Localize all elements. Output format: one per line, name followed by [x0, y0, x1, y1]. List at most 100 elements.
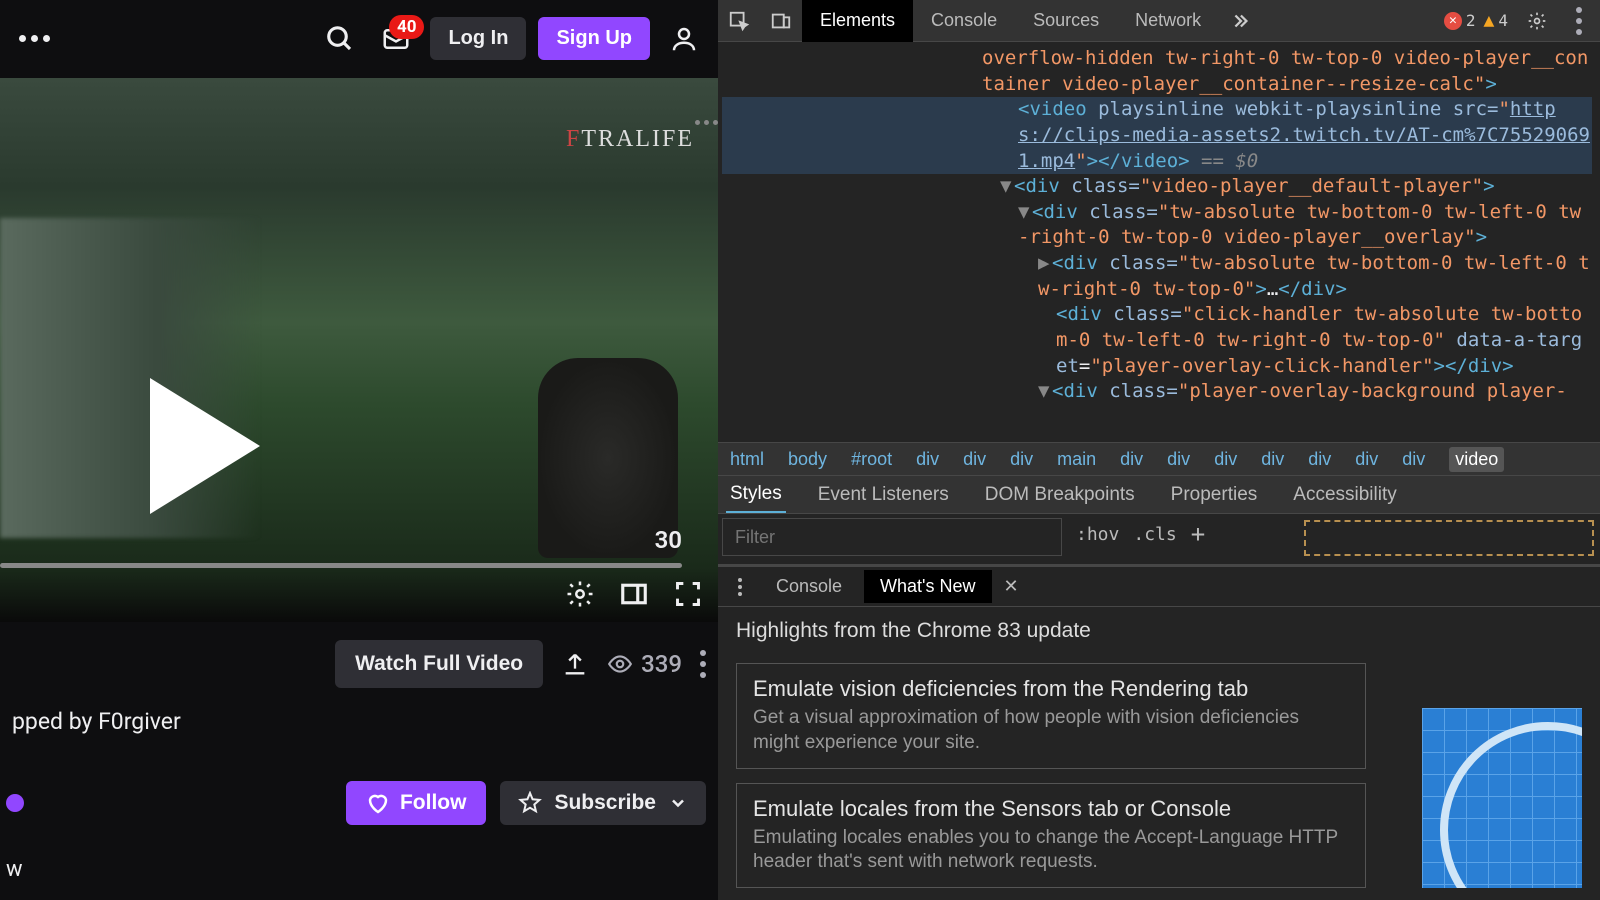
feature-card[interactable]: Emulate vision deficiencies from the Ren… — [736, 663, 1366, 768]
share-button[interactable] — [561, 650, 589, 678]
styles-filter-input[interactable] — [722, 518, 1062, 556]
inbox-button[interactable]: 40 — [374, 17, 418, 61]
devtools-settings-button[interactable] — [1516, 0, 1558, 42]
more-menu-button[interactable] — [12, 17, 56, 61]
tab-dom-breakpoints[interactable]: DOM Breakpoints — [981, 478, 1139, 512]
tab-network[interactable]: Network — [1117, 0, 1219, 42]
device-icon — [770, 10, 792, 32]
feature-desc: Emulating locales enables you to change … — [753, 826, 1349, 875]
view-count: 339 — [607, 650, 682, 678]
clipped-by-label: pped by F0rgiver — [12, 708, 706, 735]
dom-node-selected[interactable]: <video playsinline webkit-playsinline sr… — [722, 97, 1592, 174]
dom-node[interactable]: <div class="click-handler tw-absolute tw… — [722, 302, 1592, 379]
dom-node[interactable]: ▼<div class="video-player__default-playe… — [722, 174, 1592, 200]
dom-node[interactable]: ▼<div class="tw-absolute tw-bottom-0 tw-… — [722, 200, 1592, 251]
kebab-icon — [1576, 7, 1582, 35]
search-button[interactable] — [318, 17, 362, 61]
heart-icon — [366, 791, 390, 815]
play-icon — [150, 378, 260, 514]
channel-name-truncated: w — [6, 857, 706, 882]
play-button[interactable] — [150, 378, 260, 514]
inspect-element-button[interactable] — [718, 0, 760, 42]
box-model-diagram[interactable] — [1304, 520, 1594, 556]
tab-event-listeners[interactable]: Event Listeners — [814, 478, 953, 512]
devtools-toolbar: Elements Console Sources Network ✕ 2 ▲ 4 — [718, 0, 1600, 42]
breadcrumb-item[interactable]: video — [1449, 447, 1504, 472]
cls-toggle[interactable]: .cls — [1133, 524, 1176, 545]
fullscreen-icon — [674, 580, 702, 608]
tab-properties[interactable]: Properties — [1167, 478, 1262, 512]
hov-toggle[interactable]: :hov — [1076, 524, 1119, 545]
styles-pane-tabs: Styles Event Listeners DOM Breakpoints P… — [718, 476, 1600, 514]
warning-icon: ▲ — [1484, 10, 1495, 31]
breadcrumb-item[interactable]: div — [1167, 449, 1190, 470]
twitch-app: 40 Log In Sign Up FTRALIFE 30 — [0, 0, 718, 900]
star-icon — [518, 791, 542, 815]
error-count[interactable]: ✕ 2 — [1444, 11, 1476, 30]
breadcrumb-item[interactable]: div — [1355, 449, 1378, 470]
drawer-content: Highlights from the Chrome 83 update Emu… — [718, 607, 1600, 900]
theatre-icon — [619, 579, 649, 609]
chevrons-right-icon — [1229, 10, 1251, 32]
breadcrumb-item[interactable]: body — [788, 449, 827, 470]
tab-accessibility[interactable]: Accessibility — [1289, 478, 1400, 512]
user-menu-button[interactable] — [662, 17, 706, 61]
breadcrumb-item[interactable]: #root — [851, 449, 892, 470]
breadcrumb-item[interactable]: div — [1402, 449, 1425, 470]
feature-title: Emulate locales from the Sensors tab or … — [753, 796, 1349, 822]
close-tab-button[interactable]: ✕ — [998, 576, 1025, 597]
seek-bar[interactable] — [0, 563, 682, 568]
breadcrumb-item[interactable]: div — [1010, 449, 1033, 470]
warning-count[interactable]: ▲ 4 — [1484, 10, 1508, 31]
dom-breadcrumb[interactable]: html body #root div div div main div div div div di… — [718, 442, 1600, 476]
signup-button[interactable]: Sign Up — [538, 17, 650, 60]
tab-console[interactable]: Console — [913, 0, 1015, 42]
breadcrumb-item[interactable]: main — [1057, 449, 1096, 470]
feature-title: Emulate vision deficiencies from the Ren… — [753, 676, 1349, 702]
eye-icon — [607, 651, 633, 677]
drawer-tab-whatsnew[interactable]: What's New — [864, 570, 991, 603]
tab-elements[interactable]: Elements — [802, 0, 913, 42]
more-tabs-button[interactable] — [1219, 0, 1261, 42]
follow-label: Follow — [400, 791, 467, 815]
login-button[interactable]: Log In — [430, 17, 526, 60]
feature-illustration — [1422, 708, 1582, 888]
devtools-drawer: Console What's New ✕ Highlights from the… — [718, 565, 1600, 900]
gear-icon — [565, 579, 595, 609]
breadcrumb-item[interactable]: div — [963, 449, 986, 470]
devtools-menu-button[interactable] — [1558, 0, 1600, 42]
more-options-button[interactable] — [700, 650, 706, 678]
dom-tree[interactable]: overflow-hidden tw-right-0 tw-top-0 vide… — [718, 42, 1600, 442]
breadcrumb-item[interactable]: html — [730, 449, 764, 470]
subscribe-button[interactable]: Subscribe — [500, 781, 706, 825]
breadcrumb-item[interactable]: div — [1308, 449, 1331, 470]
clip-info: Watch Full Video 339 pped by F0rgiver Fo… — [0, 622, 718, 900]
settings-button[interactable] — [562, 576, 598, 612]
breadcrumb-item[interactable]: div — [1120, 449, 1143, 470]
fullscreen-button[interactable] — [670, 576, 706, 612]
channel-avatar[interactable] — [6, 794, 24, 812]
drawer-tabs: Console What's New ✕ — [718, 567, 1600, 607]
drawer-tab-console[interactable]: Console — [760, 570, 858, 603]
twitch-header: 40 Log In Sign Up — [0, 0, 718, 78]
follow-button[interactable]: Follow — [346, 781, 487, 825]
drawer-menu-button[interactable] — [726, 578, 754, 596]
breadcrumb-item[interactable]: div — [916, 449, 939, 470]
tab-styles[interactable]: Styles — [726, 477, 786, 513]
breadcrumb-item[interactable]: div — [1214, 449, 1237, 470]
dom-node[interactable]: overflow-hidden tw-right-0 tw-top-0 vide… — [722, 46, 1592, 97]
new-style-button[interactable]: + — [1191, 522, 1205, 546]
watch-full-video-button[interactable]: Watch Full Video — [335, 640, 543, 688]
feature-card[interactable]: Emulate locales from the Sensors tab or … — [736, 783, 1366, 888]
device-toolbar-button[interactable] — [760, 0, 802, 42]
tab-sources[interactable]: Sources — [1015, 0, 1117, 42]
error-icon: ✕ — [1444, 12, 1462, 30]
theatre-mode-button[interactable] — [616, 576, 652, 612]
dom-node[interactable]: ▼<div class="player-overlay-background p… — [722, 379, 1592, 405]
breadcrumb-item[interactable]: div — [1261, 449, 1284, 470]
share-icon — [561, 650, 589, 678]
dom-node[interactable]: ▶<div class="tw-absolute tw-bottom-0 tw-… — [722, 251, 1592, 302]
feature-desc: Get a visual approximation of how people… — [753, 706, 1349, 755]
duration-label: 30 — [655, 526, 682, 554]
video-player[interactable]: FTRALIFE 30 — [0, 78, 718, 622]
